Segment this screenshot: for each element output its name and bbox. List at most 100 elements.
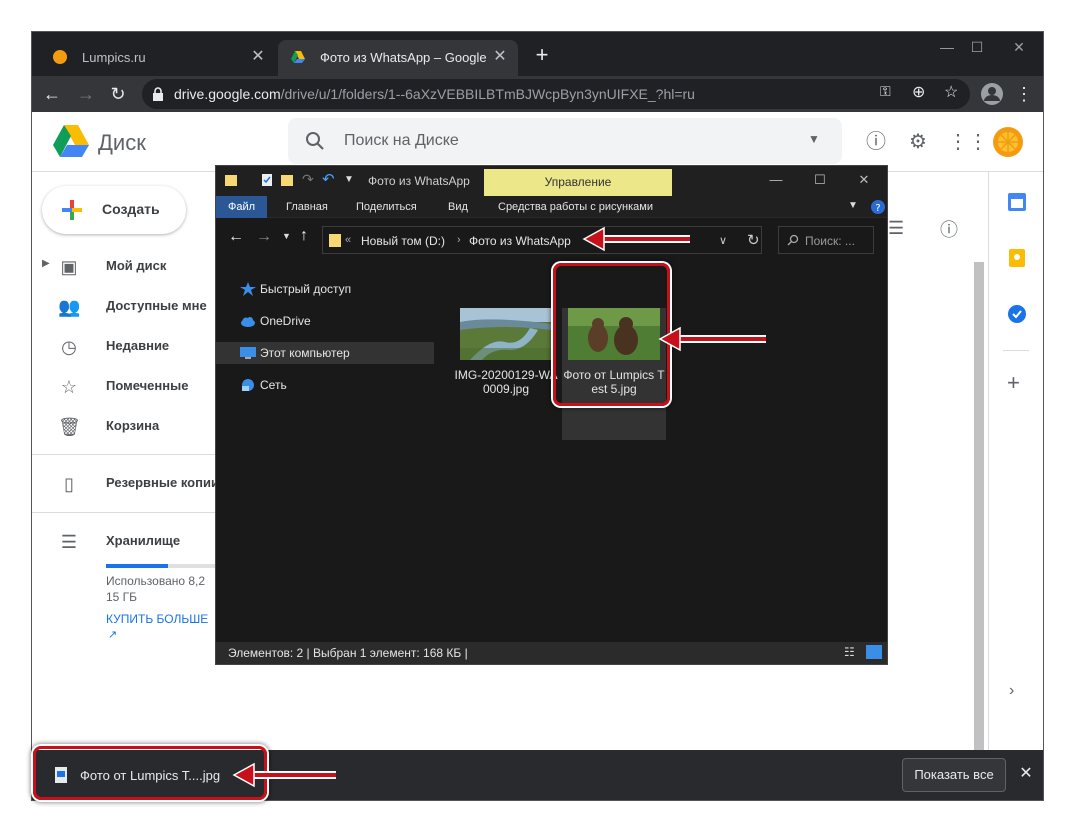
reload-icon[interactable]: ↻ bbox=[106, 82, 130, 106]
clock-icon: ◷ bbox=[61, 337, 77, 357]
nav-quick-access[interactable]: Быстрый доступ bbox=[216, 278, 434, 300]
orange-avatar-icon[interactable] bbox=[992, 126, 1024, 158]
tab-bar: Lumpics.ru ✕ Фото из WhatsApp – Google Д… bbox=[32, 32, 1043, 76]
chevron-right-icon[interactable]: › bbox=[1009, 682, 1014, 700]
scrollbar[interactable] bbox=[974, 262, 984, 772]
nav-starred[interactable]: ☆ Помеченные bbox=[32, 366, 218, 406]
create-button[interactable]: Создать bbox=[42, 186, 186, 234]
nav-recent[interactable]: ◷ Недавние bbox=[32, 326, 218, 366]
star-icon[interactable]: ☆ bbox=[944, 82, 958, 102]
profile-icon[interactable] bbox=[980, 82, 1004, 106]
svg-text:?: ? bbox=[875, 203, 880, 214]
highlight-box-selected-file bbox=[553, 263, 670, 406]
recent-locations-icon[interactable]: ▼ bbox=[282, 231, 291, 241]
settings-icon[interactable]: ⚙ bbox=[906, 130, 930, 154]
explorer-search-box[interactable]: Поиск: ... bbox=[778, 226, 874, 254]
refresh-icon[interactable]: ↻ bbox=[747, 231, 760, 249]
list-view-icon[interactable]: ☰ bbox=[888, 218, 904, 239]
nav-my-drive[interactable]: ▶ ▣ Мой диск bbox=[32, 246, 218, 286]
ribbon-tab-home[interactable]: Главная bbox=[274, 196, 340, 218]
my-drive-icon: ▣ bbox=[60, 257, 78, 277]
minimize-icon[interactable]: — bbox=[932, 36, 962, 58]
forward-icon[interactable]: → bbox=[74, 82, 98, 106]
chevron-icon: « bbox=[345, 234, 352, 246]
apps-icon[interactable]: ⋮⋮ bbox=[948, 130, 988, 154]
path-segment-drive[interactable]: Новый том (D:) bbox=[361, 234, 445, 248]
calendar-icon[interactable] bbox=[1007, 192, 1027, 212]
maximize-icon[interactable]: ☐ bbox=[962, 36, 992, 58]
collapse-ribbon-icon[interactable]: ▼ bbox=[848, 200, 858, 211]
properties-icon[interactable] bbox=[260, 173, 274, 187]
buy-more-link[interactable]: КУПИТЬ БОЛЬШЕ bbox=[106, 612, 208, 626]
tab-drive[interactable]: Фото из WhatsApp – Google Диск ✕ bbox=[278, 40, 518, 76]
chevron-right-icon: › bbox=[457, 234, 461, 246]
storage-label: Хранилище bbox=[106, 533, 181, 548]
omnibox[interactable]: drive.google.com/drive/u/1/folders/1--6a… bbox=[142, 79, 970, 109]
nav-backups[interactable]: ▯ Резервные копии bbox=[32, 463, 219, 503]
maximize-icon[interactable]: ☐ bbox=[800, 172, 840, 190]
tasks-icon[interactable] bbox=[1007, 304, 1027, 324]
close-window-icon[interactable]: ✕ bbox=[844, 172, 884, 190]
search-icon bbox=[787, 234, 799, 246]
ribbon-tab-picture-tools[interactable]: Средства работы с рисунками bbox=[486, 196, 665, 218]
navigation-pane: Быстрый доступ OneDrive Этот компьютер С… bbox=[216, 258, 436, 638]
new-folder-icon[interactable] bbox=[280, 173, 294, 187]
new-tab-button[interactable]: + bbox=[530, 44, 554, 68]
key-icon[interactable]: ⚿ bbox=[880, 83, 891, 100]
info-icon[interactable]: ⓘ bbox=[940, 216, 958, 242]
redo-icon[interactable]: ↷ bbox=[302, 171, 314, 188]
qat-dropdown-icon[interactable]: ▼ bbox=[344, 174, 354, 185]
details-view-icon[interactable]: ☷ bbox=[844, 645, 855, 659]
nav-shared[interactable]: 👥 Доступные мне bbox=[32, 286, 218, 326]
nav-this-pc[interactable]: Этот компьютер bbox=[216, 342, 434, 364]
close-tab-icon[interactable]: ✕ bbox=[490, 47, 510, 67]
cloud-icon bbox=[241, 317, 255, 327]
search-icon[interactable] bbox=[304, 130, 326, 152]
nav-network[interactable]: Сеть bbox=[216, 374, 434, 396]
back-icon[interactable]: ← bbox=[40, 82, 64, 106]
help-icon[interactable]: ⓘ bbox=[864, 130, 888, 154]
storage-bar-fill bbox=[106, 564, 168, 568]
drive-header: Диск Поиск на Диске ▼ ⓘ ⚙ ⋮⋮ bbox=[32, 112, 1043, 172]
ribbon-tab-file[interactable]: Файл bbox=[216, 196, 268, 218]
undo-icon[interactable]: ↶ bbox=[322, 170, 335, 188]
address-path[interactable]: « Новый том (D:) › Фото из WhatsApp ∨ ↻ bbox=[322, 226, 762, 254]
add-icon[interactable]: ⊕ bbox=[912, 82, 925, 102]
nav-trash[interactable]: 🗑 Корзина bbox=[32, 406, 218, 446]
ribbon-tab-view[interactable]: Вид bbox=[436, 196, 480, 218]
path-segment-folder[interactable]: Фото из WhatsApp bbox=[469, 234, 571, 248]
minimize-icon[interactable]: — bbox=[756, 172, 796, 190]
nav-onedrive[interactable]: OneDrive bbox=[216, 310, 434, 332]
nav-label: Мой диск bbox=[106, 258, 167, 273]
close-tab-icon[interactable]: ✕ bbox=[248, 47, 268, 67]
drive-search-box[interactable]: Поиск на Диске ▼ bbox=[288, 118, 842, 164]
ribbon-tab-share[interactable]: Поделиться bbox=[344, 196, 429, 218]
tab-lumpics[interactable]: Lumpics.ru ✕ bbox=[40, 40, 276, 76]
nav-label: Доступные мне bbox=[106, 298, 207, 313]
expand-icon[interactable]: ▶ bbox=[42, 258, 50, 269]
drive-logo-icon bbox=[53, 125, 89, 157]
file-item[interactable]: IMG-20200129-WA0009.jpg bbox=[454, 308, 558, 440]
add-addon-icon[interactable]: + bbox=[1007, 370, 1020, 396]
path-dropdown-icon[interactable]: ∨ bbox=[719, 234, 727, 247]
landscape-thumbnail bbox=[460, 308, 552, 360]
nav-label: Резервные копии bbox=[106, 475, 219, 490]
forward-icon[interactable]: → bbox=[256, 228, 272, 246]
search-options-icon[interactable]: ▼ bbox=[808, 132, 820, 146]
help-icon[interactable]: ? bbox=[870, 199, 886, 215]
keep-icon[interactable] bbox=[1007, 248, 1027, 268]
storage-total-text: 15 ГБ bbox=[106, 590, 138, 604]
divider bbox=[1003, 350, 1029, 351]
nav-label: Этот компьютер bbox=[260, 346, 350, 360]
menu-icon[interactable]: ⋮ bbox=[1012, 82, 1036, 106]
close-download-bar-icon[interactable]: ✕ bbox=[1016, 764, 1036, 784]
address-bar: ← → ↻ drive.google.com/drive/u/1/folders… bbox=[32, 76, 1043, 112]
close-window-icon[interactable]: ✕ bbox=[1004, 36, 1034, 58]
large-icons-view-icon[interactable] bbox=[866, 645, 882, 659]
show-all-button[interactable]: Показать все bbox=[902, 758, 1006, 792]
back-icon[interactable]: ← bbox=[228, 228, 244, 246]
manage-tab[interactable]: Управление bbox=[484, 169, 672, 196]
up-icon[interactable]: ↑ bbox=[300, 227, 308, 245]
nav-storage[interactable]: ☰ Хранилище bbox=[32, 521, 218, 561]
status-bar: Элементов: 2 | Выбран 1 элемент: 168 КБ … bbox=[216, 642, 887, 664]
